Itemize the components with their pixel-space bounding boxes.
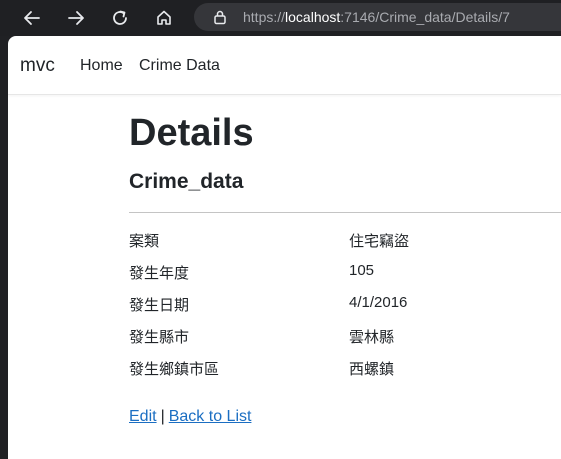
url-host: localhost [285,9,341,25]
devtools-edge [0,36,8,459]
url-scheme: https:// [243,9,286,25]
field-value: 105 [349,262,375,279]
divider [129,212,561,213]
browser-toolbar: https://localhost:7146/Crime_data/Detail… [0,0,561,36]
home-icon [157,10,171,25]
reload-icon [113,10,127,25]
details-actions: Edit | Back to List [129,408,251,426]
field-value: 雲林縣 [349,329,395,346]
page-title: Details [129,112,254,154]
detail-row: 案類 住宅竊盜 [129,230,561,258]
field-value: 4/1/2016 [349,294,408,311]
detail-row: 發生年度 105 [129,262,561,290]
entity-name: Crime_data [129,170,244,193]
edit-link[interactable]: Edit [129,408,157,425]
site-info-icon[interactable] [212,9,228,25]
navbar-brand[interactable]: mvc [20,55,55,77]
detail-row: 發生鄉鎮市區 西螺鎮 [129,358,561,386]
reload-button[interactable] [108,6,132,30]
back-arrow-icon [24,11,40,25]
url-path: :7146/Crime_data/Details/7 [340,9,510,25]
back-button[interactable] [20,6,44,30]
site-navbar: mvc Home Crime Data [8,36,561,95]
forward-button[interactable] [64,6,88,30]
field-value: 西螺鎮 [349,361,395,378]
nav-link-crime-data[interactable]: Crime Data [139,57,220,75]
field-label: 發生鄉鎮市區 [129,361,220,378]
detail-row: 發生縣市 雲林縣 [129,326,561,354]
separator: | [160,408,165,425]
field-label: 發生日期 [129,297,190,314]
back-to-list-link[interactable]: Back to List [169,408,252,425]
home-button[interactable] [152,6,176,30]
url-text: https://localhost:7146/Crime_data/Detail… [243,9,510,25]
field-label: 發生年度 [129,265,190,282]
nav-link-home[interactable]: Home [80,57,123,75]
field-value: 住宅竊盜 [349,233,410,250]
forward-arrow-icon [68,11,84,25]
address-bar[interactable]: https://localhost:7146/Crime_data/Detail… [194,3,561,31]
field-label: 發生縣市 [129,329,190,346]
page-viewport: mvc Home Crime Data Details Crime_data 案… [8,36,561,459]
field-label: 案類 [129,233,160,250]
detail-row: 發生日期 4/1/2016 [129,294,561,322]
